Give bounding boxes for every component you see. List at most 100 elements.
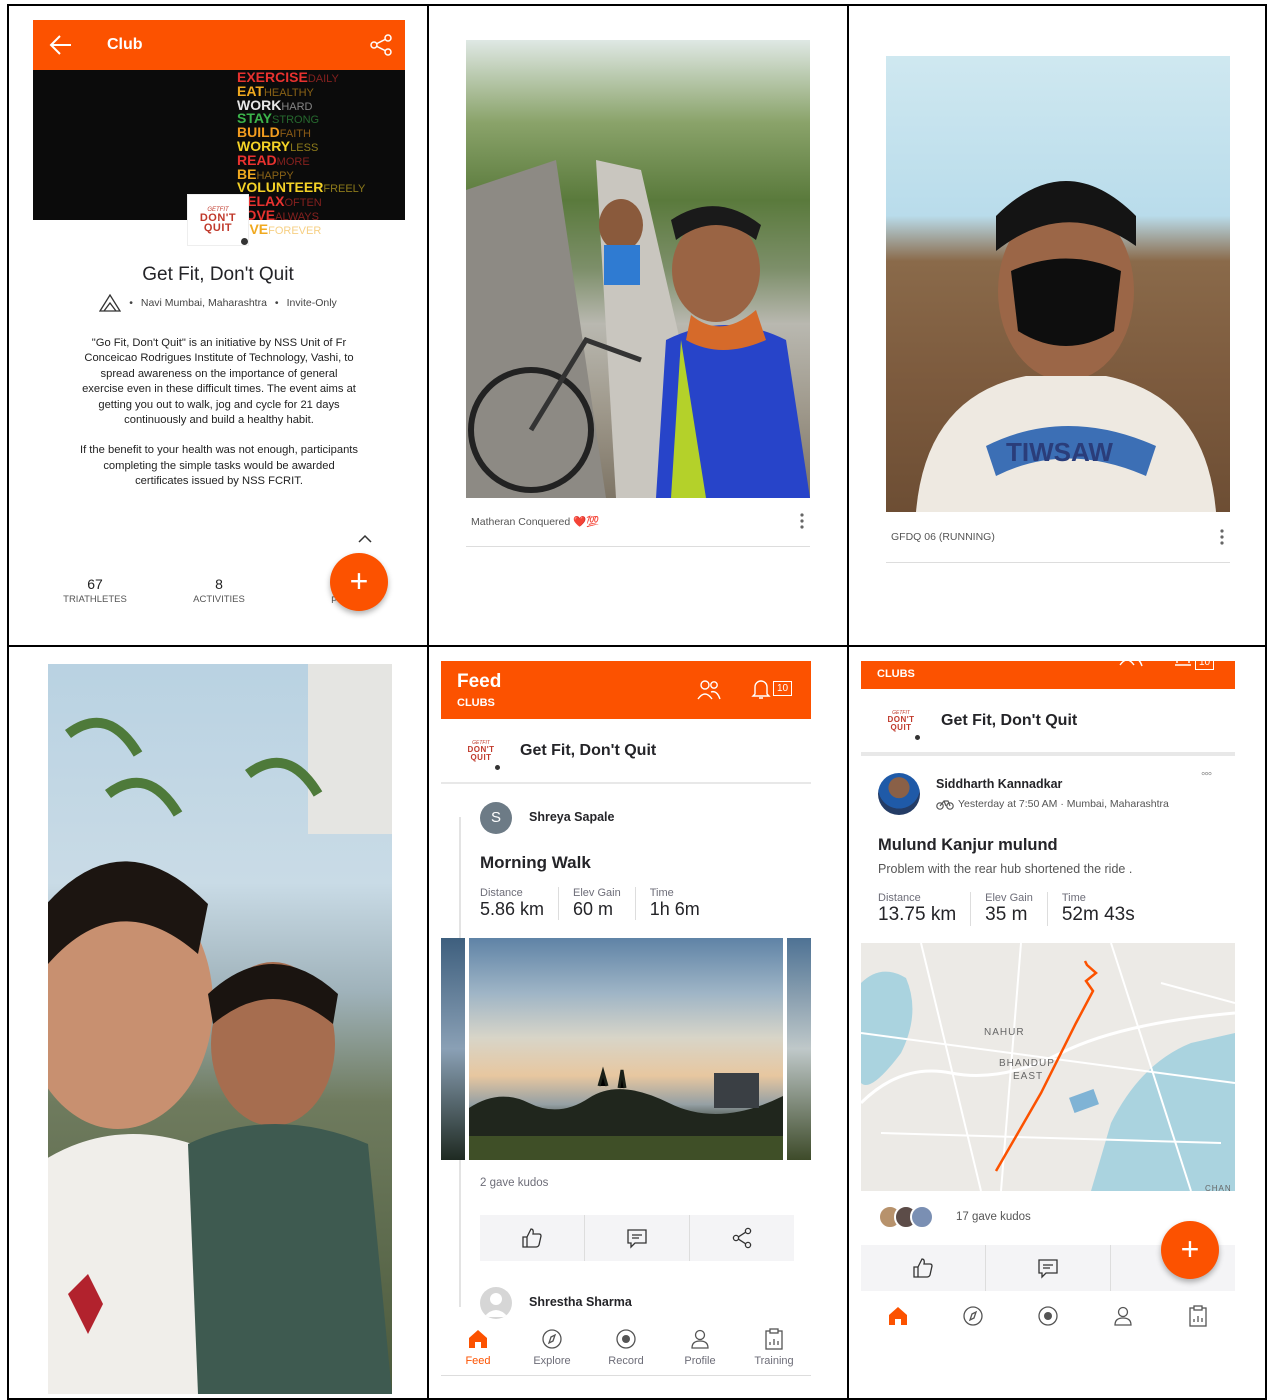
kudos-avatars[interactable] [878,1205,948,1231]
more-options-icon[interactable]: °°° [1201,771,1212,783]
left-photo-edge [441,938,465,1160]
photo-caption-2: GFDQ 06 (RUNNING) [891,531,995,543]
club-logo: GETFIT DON'T QUIT [465,735,497,767]
athlete-name[interactable]: Shreya Sapale [529,810,614,824]
thumbs-up-icon [521,1227,543,1249]
screenshot-collage: Club EXERCISEDAILY EATHEALTHY WORKHARD STAY… [0,0,1267,1400]
collapse-chevron-icon[interactable] [357,534,373,544]
share-icon[interactable] [369,34,393,56]
photo-scene-graphic: TIWSAW [916,181,1216,512]
map-label-bhandup: BHANDUP [999,1058,1055,1069]
banner-word-light: ALWAYS [275,210,319,223]
athlete-avatar[interactable]: S [480,802,512,834]
compass-icon [541,1328,563,1350]
banner-word-light: LESS [290,141,319,154]
feed-subtitle[interactable]: CLUBS [457,697,495,709]
profile-icon [1112,1305,1134,1337]
banner-word-light: OFTEN [284,197,322,210]
nav-profile[interactable]: Profile [663,1322,737,1375]
notification-badge[interactable]: 10 [773,681,793,696]
selfie-road-photo [466,40,810,498]
masked-selfie-photo: TIWSAW [886,56,1230,512]
nav-explore[interactable] [936,1297,1011,1337]
club-stat-activities[interactable]: 8 ACTIVITIES [179,576,259,605]
athlete-name[interactable]: Siddharth Kannadkar [936,777,1062,791]
club-header: Club [33,20,405,70]
nav-training[interactable] [1160,1297,1235,1337]
online-dot [241,238,248,245]
kudos-count[interactable]: 17 gave kudos [956,1211,1031,1223]
feed-club-name[interactable]: Get Fit, Don't Quit [520,742,656,760]
share-button[interactable] [690,1215,794,1261]
nav-training[interactable]: Training [737,1322,811,1375]
people-icon[interactable] [697,679,721,701]
banner-word-light: DAILY [307,73,339,85]
home-icon [467,1328,489,1350]
club-page-panel: Club EXERCISEDAILY EATHEALTHY WORKHARD STAY… [7,4,429,647]
add-activity-button[interactable]: + [1161,1221,1219,1279]
record-icon [1037,1305,1059,1337]
next-athlete-avatar[interactable] [480,1287,512,1319]
clubs-club-name[interactable]: Get Fit, Don't Quit [941,712,1077,730]
kudos-count[interactable]: 2 gave kudos [480,1177,548,1189]
nav-profile[interactable] [1085,1297,1160,1337]
comment-button[interactable] [986,1245,1111,1291]
comment-icon [626,1227,648,1249]
activity-title[interactable]: Mulund Kanjur mulund [878,836,1058,855]
more-vertical-icon[interactable] [1219,528,1225,546]
kudos-button[interactable] [861,1245,986,1291]
clubs-header: CLUBS 10 [861,655,1235,689]
friends-selfie-photo [48,664,392,1394]
more-vertical-icon[interactable] [799,512,805,530]
kudos-button[interactable] [480,1215,585,1261]
club-description: "Go Fit, Don't Quit" is an initiative by… [79,337,358,488]
bell-icon[interactable] [751,677,771,701]
map-label-east: EAST [1013,1071,1043,1082]
online-dot [495,765,500,770]
club-stat-triathletes[interactable]: 67 TRIATHLETES [55,576,135,605]
comment-button[interactable] [585,1215,690,1261]
back-arrow-icon[interactable] [49,34,73,56]
activity-meta: Yesterday at 7:50 AM · Mumbai, Maharasht… [936,798,1169,810]
athlete-avatar[interactable] [878,773,920,815]
banner-word-light: STRONG [272,114,320,127]
add-post-button[interactable]: + [330,553,388,611]
bottom-nav: Feed Explore Record Profile Training [441,1322,811,1376]
map-label-nahur: NAHUR [984,1027,1025,1038]
caption-divider [886,562,1230,563]
photo-scene-graphic [466,160,810,498]
feed-header: Feed CLUBS 10 [441,661,811,719]
activity-description: Problem with the rear hub shortened the … [878,862,1133,876]
nav-record[interactable]: Record [589,1322,663,1375]
training-icon [1187,1305,1209,1337]
nav-explore[interactable]: Explore [515,1322,589,1375]
banner-motivation-text: EXERCISEDAILY EATHEALTHY WORKHARD STAYSTRON… [237,70,407,238]
next-athlete-name[interactable]: Shrestha Sharma [529,1295,632,1309]
club-meta: • Navi Mumbai, Maharashtra • Invite-Only [9,294,427,312]
photo-caption-1: Matheran Conquered ❤️💯 [471,516,600,528]
plus-icon: + [1180,1231,1200,1267]
avatar [910,1205,934,1229]
nav-feed[interactable] [861,1297,936,1337]
feed-page-panel: Feed CLUBS 10 GETFIT DON'T QUIT Get Fit,… [427,645,849,1400]
banner-word-light: HAPPY [256,169,294,182]
profile-icon [689,1328,711,1350]
training-icon [763,1328,785,1350]
nav-record[interactable] [1011,1297,1086,1337]
banner-word-light: MORE [276,155,310,168]
mountain-icon [99,294,122,312]
club-access: Invite-Only [286,297,337,309]
activity-sky-photo[interactable] [469,938,783,1160]
notification-badge[interactable]: 10 [1195,655,1215,670]
banner-word-light: FAITH [279,128,311,141]
route-map[interactable]: NAHUR BHANDUP EAST CHAN [861,943,1235,1191]
bell-icon[interactable] [1173,655,1193,671]
action-bar [480,1215,794,1261]
people-icon[interactable] [1119,653,1143,669]
banner-word-line: READMORE [237,153,407,169]
nav-feed[interactable]: Feed [441,1322,515,1375]
banner-word-light: FOREVER [268,224,322,237]
activity-title[interactable]: Morning Walk [480,853,591,873]
bike-icon [936,798,954,810]
clubs-subtitle[interactable]: CLUBS [877,668,915,680]
